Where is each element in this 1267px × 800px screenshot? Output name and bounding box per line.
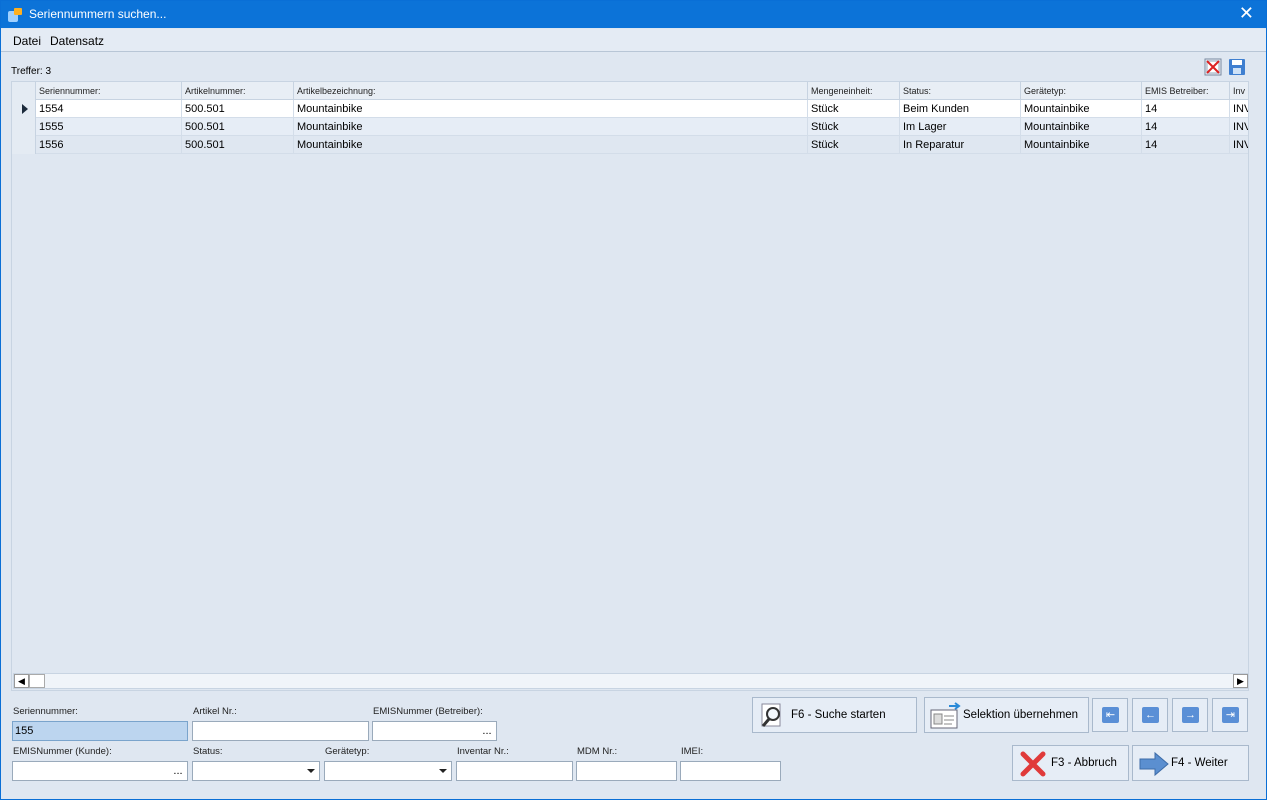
emis-customer-browse-button[interactable]: ... [168,763,188,781]
results-grid: Seriennummer: Artikelnummer: Artikelbeze… [11,81,1249,691]
magnifier-icon [761,703,781,727]
clear-filter-icon[interactable] [1204,58,1222,76]
header-corner [12,82,36,100]
cell-serial: 1556 [36,136,182,154]
imei-label: IMEI: [681,746,704,757]
previous-record-button[interactable]: ← [1132,698,1168,732]
device-type-label: Gerätetyp: [325,746,370,757]
emis-operator-label: EMISNummer (Betreiber): [373,706,483,717]
next-button[interactable]: F4 - Weiter [1132,745,1249,781]
status-dropdown-icon[interactable] [303,762,319,780]
next-record-button[interactable]: → [1172,698,1208,732]
cell-emis-operator: 14 [1142,100,1230,118]
cell-device-type: Mountainbike [1021,100,1142,118]
col-header-article-no[interactable]: Artikelnummer: [182,82,294,100]
menu-bar: Datei Datensatz [1,29,1266,52]
apply-selection-icon [930,702,961,729]
row-selector[interactable] [12,100,36,118]
cell-article-no: 500.501 [182,136,294,154]
article-label: Artikel Nr.: [193,706,237,717]
cell-inventory: INV [1233,139,1248,151]
search-serial-dialog: Seriennummern suchen... ✕ Datei Datensat… [0,0,1267,800]
cell-article-no: 500.501 [182,100,294,118]
cell-article-desc: Mountainbike [294,136,808,154]
next-button-label: F4 - Weiter [1171,757,1228,769]
cell-unit: Stück [808,100,900,118]
cancel-button[interactable]: F3 - Abbruch [1012,745,1129,781]
cell-unit: Stück [808,118,900,136]
col-header-inventory[interactable]: Inv [1230,82,1248,100]
scroll-right-icon[interactable]: ▶ [1233,674,1248,688]
cell-article-no: 500.501 [182,118,294,136]
col-header-unit[interactable]: Mengeneinheit: [808,82,900,100]
apply-selection-button[interactable]: Selektion übernehmen [924,697,1089,733]
scroll-left-icon[interactable]: ◀ [14,674,29,688]
current-row-arrow-icon [22,104,28,114]
cell-emis-operator: 14 [1142,136,1230,154]
col-header-serial[interactable]: Seriennummer: [36,82,182,100]
col-header-article-desc[interactable]: Artikelbezeichnung: [294,82,808,100]
title-bar: Seriennummern suchen... ✕ [1,1,1266,28]
table-row[interactable]: 1555 500.501 Mountainbike Stück Im Lager… [12,118,1248,136]
row-selector[interactable] [12,118,36,136]
cell-inventory: INV [1233,103,1248,115]
search-button-label: F6 - Suche starten [791,709,886,721]
table-row[interactable]: 1556 500.501 Mountainbike Stück In Repar… [12,136,1248,154]
window-title: Seriennummern suchen... [29,7,167,21]
first-record-button[interactable]: ⇤ [1092,698,1128,732]
previous-record-icon: ← [1142,707,1159,723]
arrow-right-icon [1139,751,1169,777]
device-type-dropdown-icon[interactable] [435,762,451,780]
emis-customer-label: EMISNummer (Kunde): [13,746,112,757]
emis-operator-browse-button[interactable]: ... [477,723,497,741]
table-row[interactable]: 1554 500.501 Mountainbike Stück Beim Kun… [12,100,1248,118]
grid-header: Seriennummer: Artikelnummer: Artikelbeze… [12,82,1248,100]
cancel-button-label: F3 - Abbruch [1051,757,1117,769]
inventory-label: Inventar Nr.: [457,746,509,757]
cell-device-type: Mountainbike [1021,136,1142,154]
menu-datei[interactable]: Datei [13,34,41,48]
last-record-icon: ⇥ [1222,707,1239,723]
results-count: Treffer: 3 [11,66,52,77]
mdm-label: MDM Nr.: [577,746,618,757]
search-button[interactable]: F6 - Suche starten [752,697,917,733]
app-icon [8,8,22,22]
cell-device-type: Mountainbike [1021,118,1142,136]
save-icon[interactable] [1228,58,1246,76]
article-input[interactable] [192,721,369,741]
status-select[interactable] [192,761,320,781]
serial-label: Seriennummer: [13,706,78,717]
next-record-icon: → [1182,707,1199,723]
serial-input[interactable]: 155 [12,721,188,741]
status-label: Status: [193,746,223,757]
imei-input[interactable] [680,761,781,781]
cell-article-desc: Mountainbike [294,118,808,136]
first-record-icon: ⇤ [1102,707,1119,723]
cell-status: Beim Kunden [900,100,1021,118]
cell-serial: 1554 [36,100,182,118]
scroll-thumb[interactable] [29,674,45,688]
emis-customer-input[interactable] [12,761,188,781]
last-record-button[interactable]: ⇥ [1212,698,1248,732]
cell-emis-operator: 14 [1142,118,1230,136]
cell-inventory: INV [1233,121,1248,133]
device-type-select[interactable] [324,761,452,781]
close-icon[interactable]: ✕ [1239,4,1254,22]
menu-datensatz[interactable]: Datensatz [50,34,104,48]
apply-selection-label: Selektion übernehmen [963,709,1079,721]
inventory-input[interactable] [456,761,573,781]
row-selector[interactable] [12,136,36,154]
cell-unit: Stück [808,136,900,154]
cell-status: Im Lager [900,118,1021,136]
cell-status: In Reparatur [900,136,1021,154]
horizontal-scrollbar[interactable]: ◀ ▶ [13,673,1249,689]
col-header-emis-operator[interactable]: EMIS Betreiber: [1142,82,1230,100]
cell-serial: 1555 [36,118,182,136]
cell-article-desc: Mountainbike [294,100,808,118]
col-header-status[interactable]: Status: [900,82,1021,100]
red-x-icon [1020,751,1046,777]
mdm-input[interactable] [576,761,677,781]
col-header-device-type[interactable]: Gerätetyp: [1021,82,1142,100]
